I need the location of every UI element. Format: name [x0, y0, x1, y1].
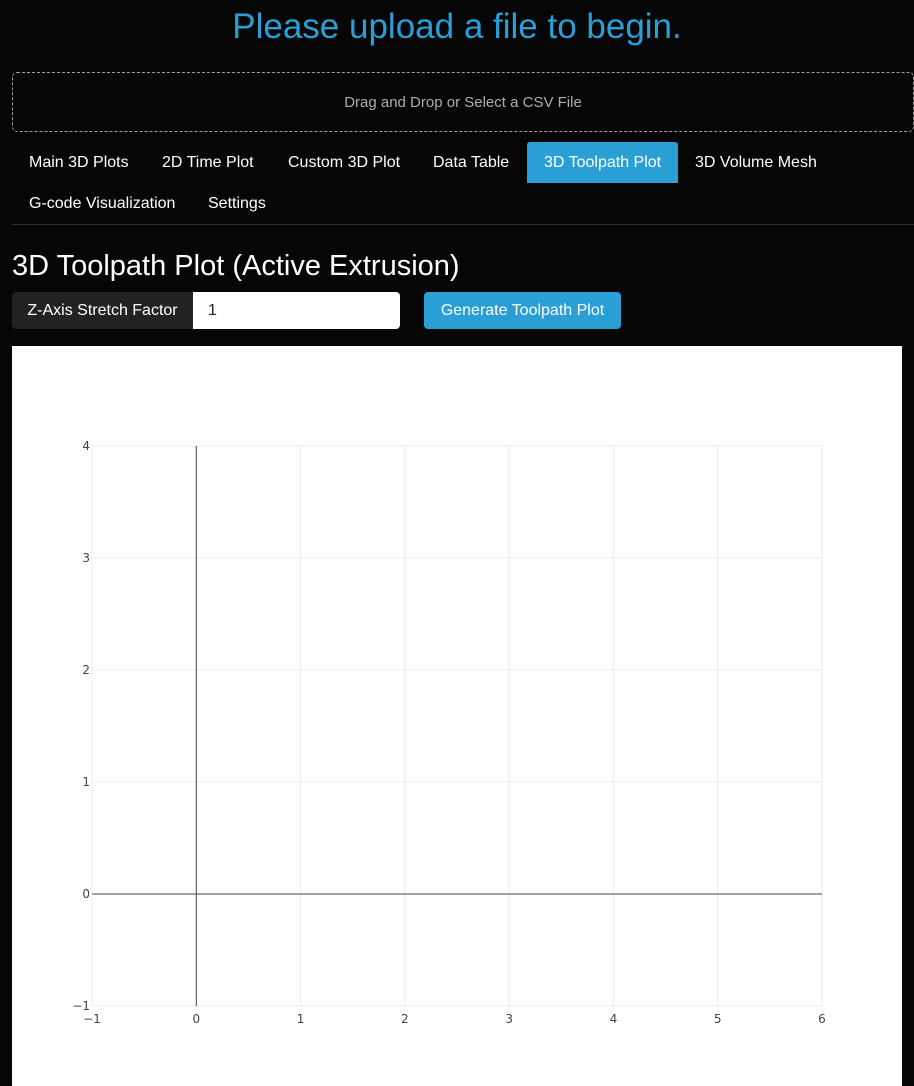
tab-data-table[interactable]: Data Table: [416, 142, 526, 183]
csv-upload-dropzone[interactable]: Drag and Drop or Select a CSV File: [12, 72, 914, 132]
generate-toolpath-button[interactable]: Generate Toolpath Plot: [424, 292, 621, 329]
tab-bar: Main 3D Plots 2D Time Plot Custom 3D Plo…: [12, 142, 914, 225]
x-tick-label: 4: [610, 1012, 618, 1026]
upload-prompt-banner: Please upload a file to begin.: [232, 7, 682, 46]
toolpath-plot[interactable]: −1 0 1 2 3 4 5 6 −1 0 1 2 3 4: [12, 346, 902, 1086]
y-tick-label: 2: [82, 663, 90, 677]
y-tick-label: 1: [82, 775, 90, 789]
x-tick-label: 5: [714, 1012, 722, 1026]
tab-main-3d-plots[interactable]: Main 3D Plots: [12, 142, 146, 183]
x-tick-label: 1: [297, 1012, 305, 1026]
x-tick-label: 0: [192, 1012, 200, 1026]
y-tick-label: 3: [82, 551, 90, 565]
y-tick-label: −1: [72, 999, 90, 1013]
x-tick-label: −1: [83, 1012, 101, 1026]
tab-custom-3d-plot[interactable]: Custom 3D Plot: [271, 142, 417, 183]
page-title: 3D Toolpath Plot (Active Extrusion): [12, 250, 460, 282]
plot-canvas: −1 0 1 2 3 4 5 6 −1 0 1 2 3 4: [72, 439, 826, 1026]
tab-3d-toolpath-plot[interactable]: 3D Toolpath Plot: [527, 142, 679, 183]
tab-3d-volume-mesh[interactable]: 3D Volume Mesh: [678, 142, 834, 183]
x-tick-label: 2: [401, 1012, 409, 1026]
x-tick-label: 3: [505, 1012, 513, 1026]
y-tick-label: 0: [82, 887, 90, 901]
z-stretch-input[interactable]: [193, 292, 400, 329]
tab-2d-time-plot[interactable]: 2D Time Plot: [145, 142, 271, 183]
tab-settings[interactable]: Settings: [191, 183, 283, 224]
x-tick-label: 6: [818, 1012, 826, 1026]
tab-gcode-visualization[interactable]: G-code Visualization: [12, 183, 192, 224]
z-stretch-label: Z-Axis Stretch Factor: [12, 292, 193, 329]
y-tick-label: 4: [82, 439, 90, 453]
